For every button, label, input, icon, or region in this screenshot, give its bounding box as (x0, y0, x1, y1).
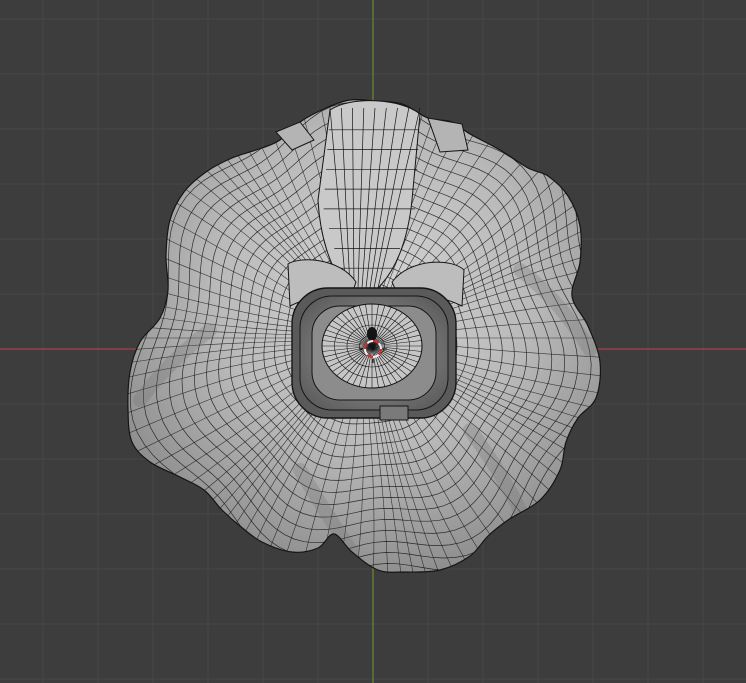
cursor-center (371, 347, 375, 351)
mesh-object[interactable] (20, 0, 710, 683)
buckle-detail (379, 405, 409, 421)
opening-center (367, 327, 377, 341)
3d-viewport[interactable] (0, 0, 746, 683)
